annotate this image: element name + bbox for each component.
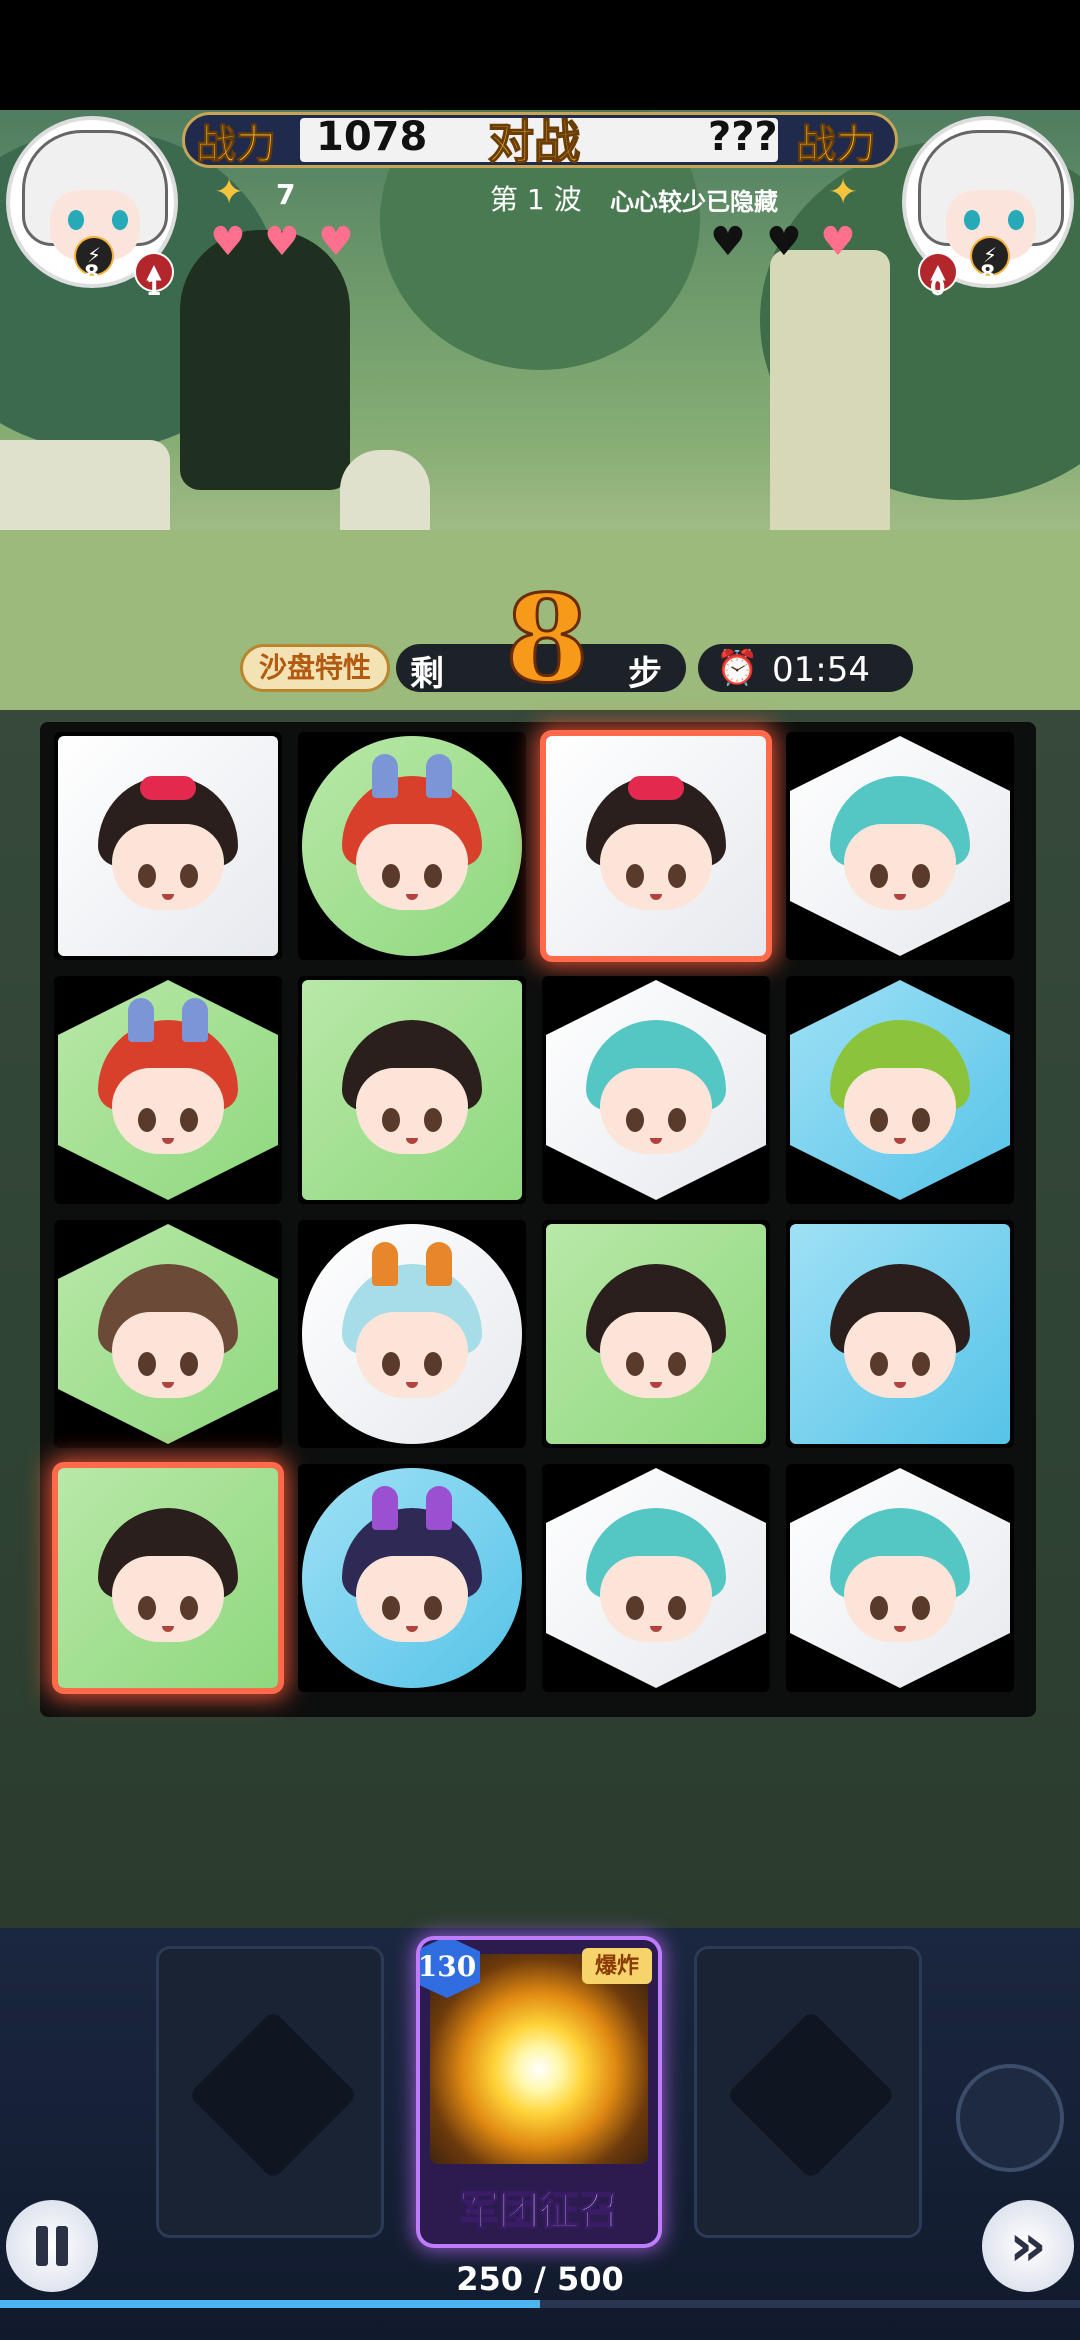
hero-tile (546, 1224, 766, 1444)
board-cell[interactable] (542, 732, 770, 960)
lightblue-ears-icon (336, 1242, 488, 1404)
hero-tile (790, 1468, 1010, 1688)
star-icon: ✦ (214, 172, 245, 213)
enemy-count: 0 (930, 276, 946, 301)
pause-button[interactable] (6, 2200, 98, 2292)
steps-suffix: 步 (628, 654, 662, 694)
heart-icon: ♥ (318, 219, 354, 265)
heart-icon: ♥ (820, 219, 856, 265)
match-board (40, 722, 1036, 1717)
board-cell[interactable] (298, 1464, 526, 1692)
hero-tile (790, 736, 1010, 956)
timer-value: 01:54 (772, 650, 870, 690)
hidden-hearts-notice: 心心较少已隐藏 (610, 188, 778, 216)
board-cell[interactable] (786, 732, 1014, 960)
hero-tile (302, 736, 522, 956)
purple-ears-icon (336, 1486, 488, 1648)
teal-hair-icon (580, 1020, 732, 1160)
hero-tile (302, 1224, 522, 1444)
power-label-right: 战力 (796, 121, 877, 169)
empty-card-slot[interactable] (694, 1946, 922, 2238)
bow-girl-icon (580, 776, 732, 916)
heart-icon: ♥ (264, 219, 300, 265)
wave-label: 第 1 波 (490, 183, 582, 216)
board-cell[interactable] (786, 1220, 1014, 1448)
assist-avatar[interactable] (956, 2064, 1064, 2172)
hero-tile (58, 736, 278, 956)
board-cell[interactable] (298, 732, 526, 960)
fast-forward-icon: » (1009, 2211, 1047, 2279)
heart-icon: ♥ (766, 219, 802, 265)
hero-tile (790, 1224, 1010, 1444)
teal-hair-icon (824, 776, 976, 916)
player-level: 8 (84, 262, 100, 287)
comb-girl-icon (92, 1508, 244, 1648)
comb-girl-icon (336, 1020, 488, 1160)
board-cell[interactable] (542, 1464, 770, 1692)
star-icon: ✦ (828, 172, 859, 213)
bun-girl-icon (92, 1264, 244, 1404)
hero-tile (790, 980, 1010, 1200)
energy-text: 250 / 500 (456, 2260, 624, 2298)
board-cell[interactable] (54, 732, 282, 960)
skill-card[interactable]: 130 爆炸 军团征召 (420, 1940, 658, 2244)
vs-label: 对战 (487, 114, 581, 170)
board-cell[interactable] (298, 1220, 526, 1448)
red-hair-ears-icon (92, 998, 244, 1160)
card-title: 军团征召 (458, 2186, 620, 2235)
red-hair-ears-icon (336, 754, 488, 916)
board-cell[interactable] (54, 976, 282, 1204)
enemy-level: 8 (980, 262, 996, 287)
power-value-right: ??? (708, 114, 778, 160)
alarm-clock-icon: ⏰ (716, 648, 759, 688)
power-label-left: 战力 (196, 121, 277, 169)
hero-tile (302, 1468, 522, 1688)
hero-tile (546, 980, 766, 1200)
comb-girl-icon (580, 1264, 732, 1404)
heart-icon: ♥ (710, 219, 746, 265)
green-hair-icon (824, 1020, 976, 1160)
top-status-area (0, 0, 1080, 110)
hero-tile (58, 1468, 278, 1688)
hero-tile (546, 1468, 766, 1688)
teal-hair-icon (824, 1508, 976, 1648)
pause-icon (56, 2226, 68, 2266)
empty-card-slot[interactable] (156, 1946, 384, 2238)
board-cell[interactable] (786, 976, 1014, 1204)
shadow-enemy (180, 230, 350, 490)
power-value-left: 1078 (316, 114, 428, 160)
star-count: 7 (276, 178, 296, 211)
pause-icon (36, 2226, 48, 2266)
flower-girl-icon (824, 1264, 976, 1404)
hero-tile (58, 980, 278, 1200)
heart-icon: ♥ (210, 219, 246, 265)
board-cell[interactable] (786, 1464, 1014, 1692)
board-cell[interactable] (54, 1220, 282, 1448)
hero-tile (58, 1224, 278, 1444)
player-count: 1 (146, 276, 162, 301)
board-cell[interactable] (54, 1464, 282, 1692)
board-cell[interactable] (298, 976, 526, 1204)
hero-tile (302, 980, 522, 1200)
fast-forward-button[interactable]: » (982, 2200, 1074, 2292)
steps-remaining: 8 (504, 569, 591, 710)
teal-hair-icon (580, 1508, 732, 1648)
card-tag: 爆炸 (582, 1948, 652, 1984)
energy-fill (0, 2300, 540, 2308)
board-cell[interactable] (542, 976, 770, 1204)
hero-tile (546, 736, 766, 956)
bow-girl-icon (92, 776, 244, 916)
steps-prefix: 剩 (410, 654, 444, 694)
board-cell[interactable] (542, 1220, 770, 1448)
sandbox-feature-button[interactable]: 沙盘特性 (240, 644, 390, 692)
